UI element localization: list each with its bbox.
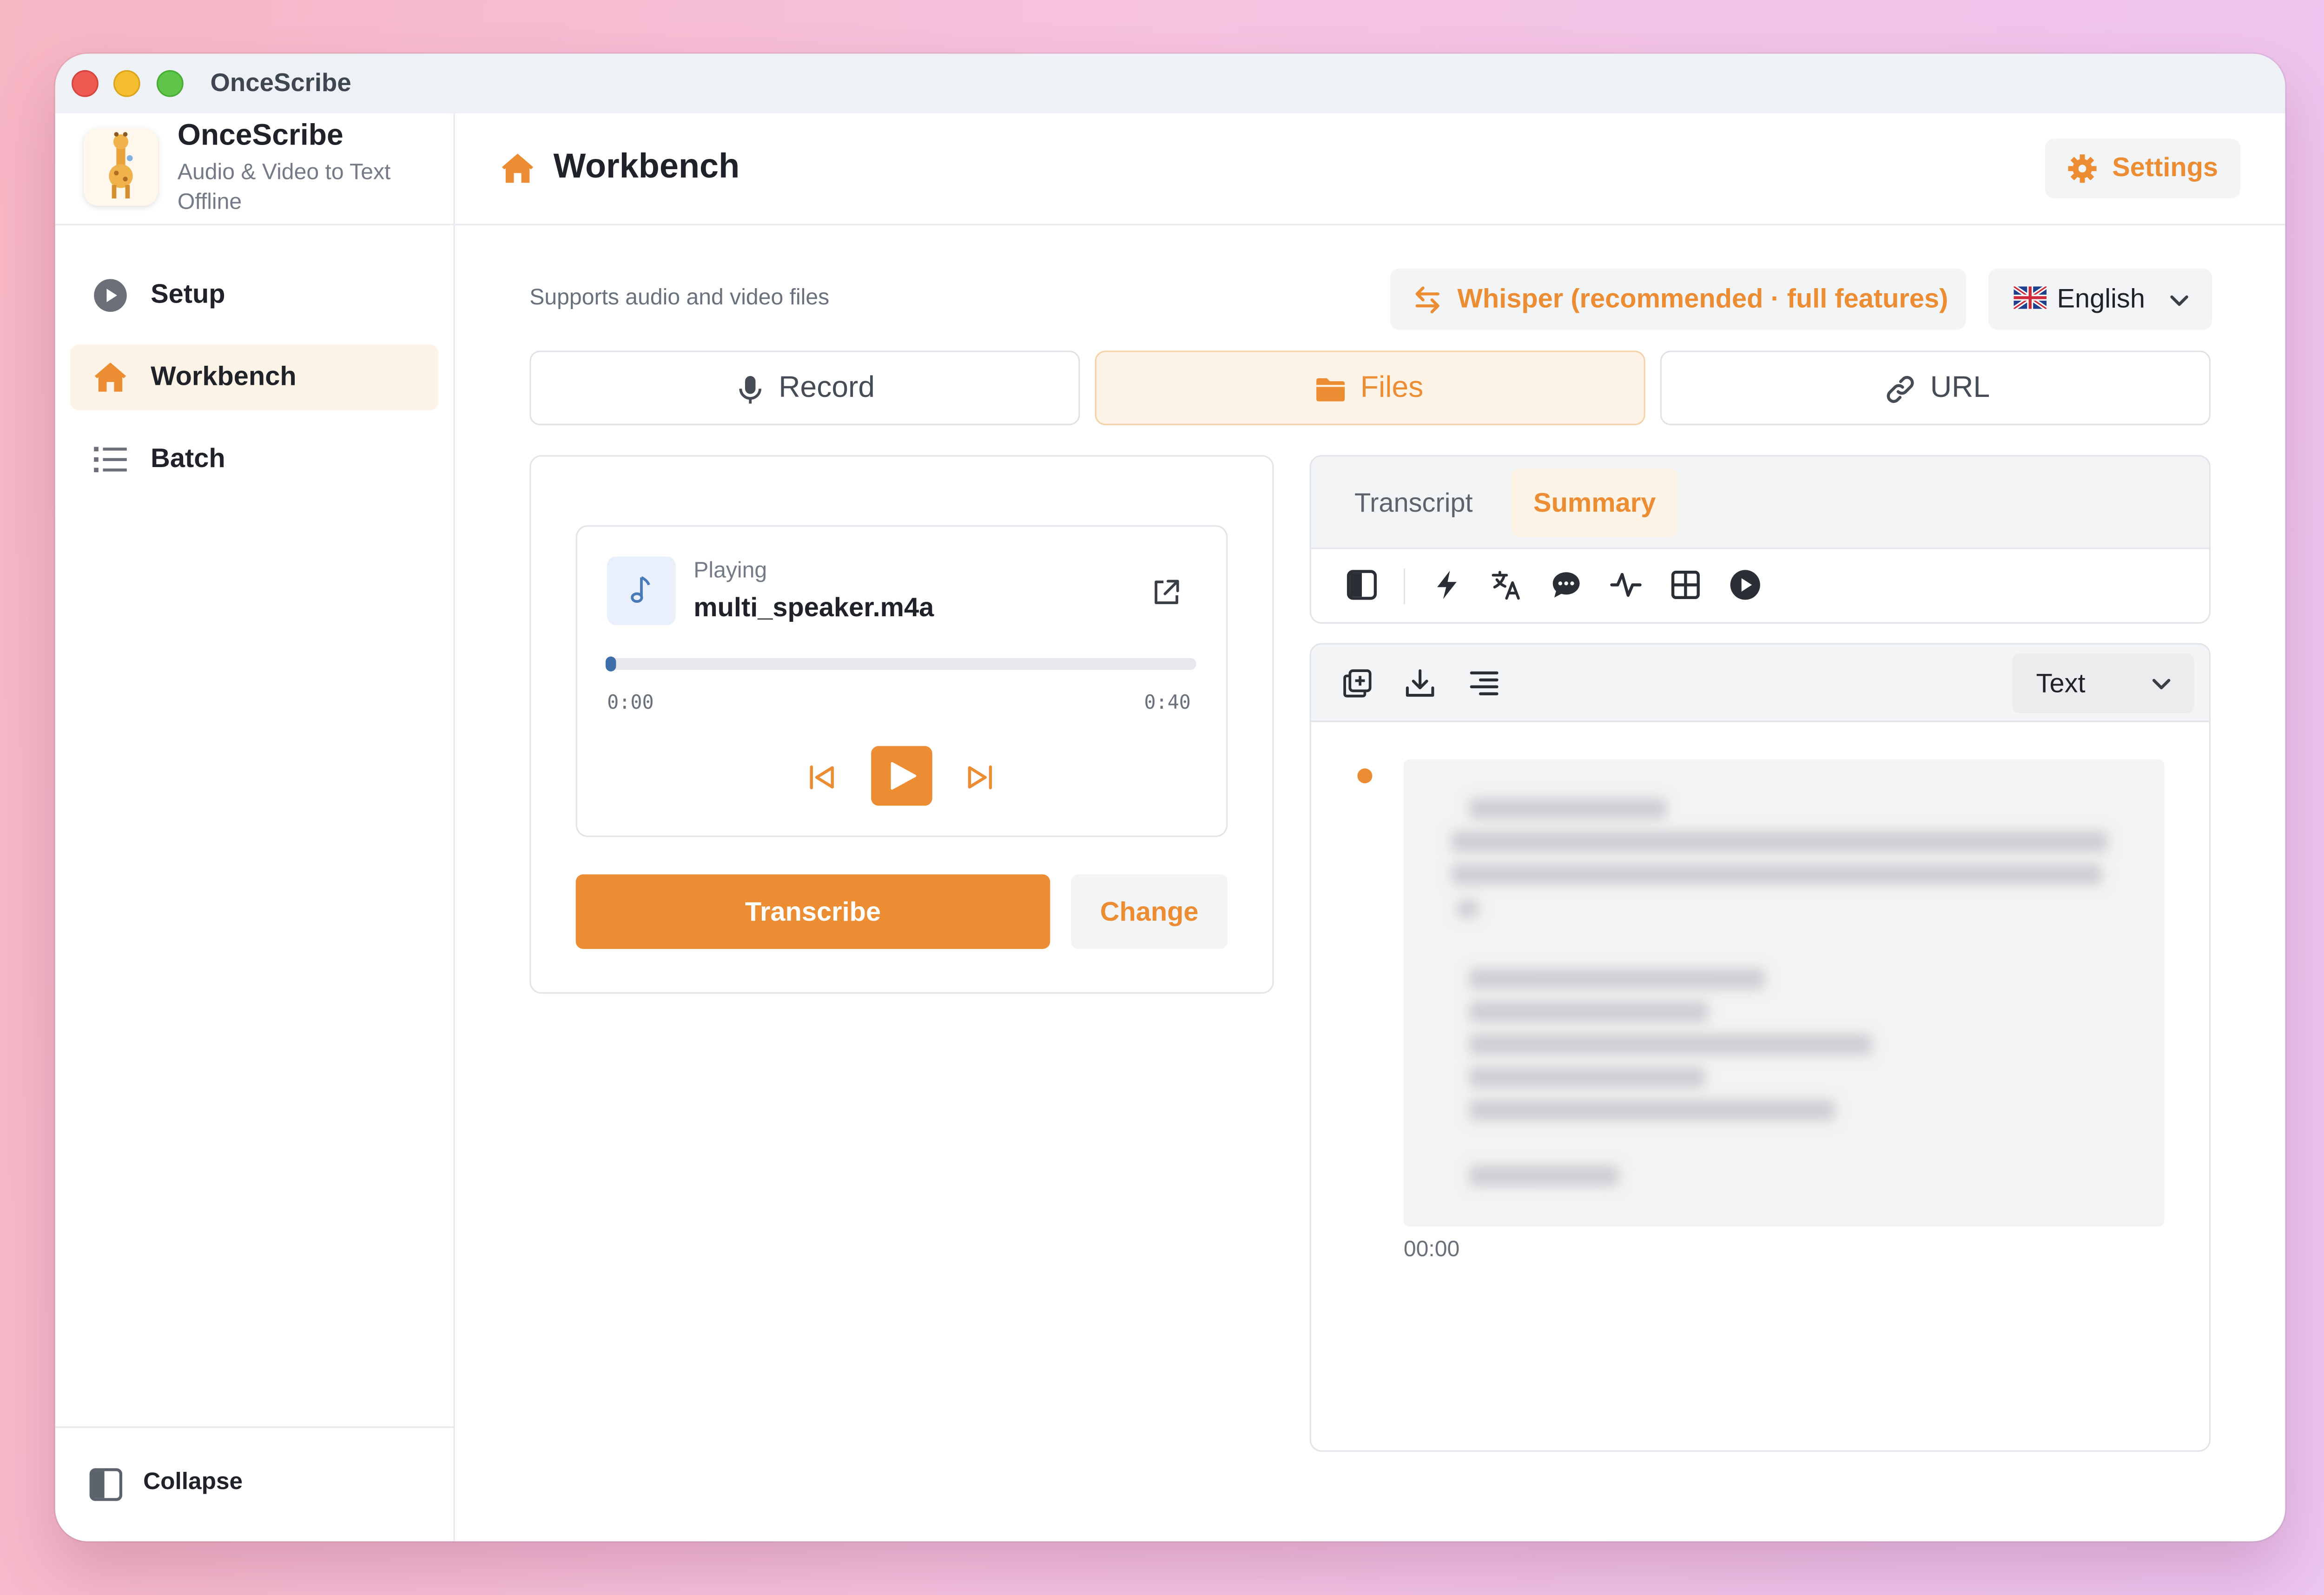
language-select[interactable]: English [1988,268,2212,330]
sidebar-item-label: Workbench [151,361,297,391]
swap-arrows-icon [1415,286,1439,314]
tab-url[interactable]: URL [1660,350,2211,425]
sidebar-item-setup[interactable]: Setup [70,263,439,328]
title-bar: OnceScribe [55,53,2285,113]
transcribe-button[interactable]: Transcribe [575,874,1050,949]
collapse-sidebar-button[interactable]: Collapse [55,1426,455,1541]
engine-selector-button[interactable]: Whisper (recommended · full features) [1390,268,1966,330]
tab-files[interactable]: Files [1095,350,1645,425]
waveform-icon[interactable] [1610,568,1643,601]
home-icon [502,153,534,183]
uk-flag-icon [2014,286,2047,309]
chevron-down-icon [2170,295,2188,306]
progress-handle[interactable] [605,656,616,672]
gear-icon [2068,154,2097,183]
link-icon [1887,376,1914,403]
segment-timestamp: 00:00 [1403,1237,1460,1263]
tab-record[interactable]: Record [529,350,1080,425]
lightning-icon[interactable] [1431,568,1464,601]
app-window: OnceScribe OnceScribe Audio & Video to T… [55,53,2285,1542]
current-time: 0:00 [607,692,654,715]
progress-bar[interactable] [605,656,1196,672]
list-icon [94,447,127,473]
zoom-window-button[interactable] [156,70,184,97]
output-panel: Text 00:00 [1309,643,2211,1452]
close-window-button[interactable] [72,70,99,97]
giraffe-logo-icon [83,128,158,206]
settings-button[interactable]: Settings [2045,138,2241,198]
total-time: 0:40 [1144,692,1191,715]
supports-text: Supports audio and video files [529,285,830,310]
language-label: English [2057,283,2145,314]
align-right-icon[interactable] [1468,667,1501,700]
play-circle-icon [94,279,127,312]
brand-name: OnceScribe [177,119,343,152]
grid-icon[interactable] [1669,568,1702,601]
play-icon [891,762,917,790]
folder-icon [1316,378,1345,402]
playing-status: Playing [693,558,767,584]
collapse-label: Collapse [143,1470,243,1495]
result-panel: Transcript Summary [1309,455,2211,624]
home-icon [94,362,126,392]
audio-player: Playing multi_speaker.m4a 0:00 0:40 [575,525,1228,837]
result-tabbar: Transcript Summary [1311,456,2209,549]
file-panel: Playing multi_speaker.m4a 0:00 0:40 Tran… [529,455,1274,994]
brand-tagline: Audio & Video to Text Offline [177,159,391,215]
sidebar-toggle-icon[interactable] [1346,568,1379,601]
sidebar: OnceScribe Audio & Video to Text Offline… [55,113,455,1542]
tab-label: Files [1360,371,1424,405]
sidebar-item-label: Setup [151,279,225,309]
music-note-icon [607,556,676,626]
sidebar-toggle-icon [89,1468,123,1501]
translate-icon[interactable] [1490,568,1523,601]
tab-label: Record [779,371,875,405]
summary-text-blurred [1403,759,2165,1227]
download-icon[interactable] [1404,667,1437,700]
sidebar-item-workbench[interactable]: Workbench [70,344,439,410]
change-file-button[interactable]: Change [1071,874,1228,949]
tab-transcript[interactable]: Transcript [1332,468,1495,537]
chat-bubble-icon[interactable] [1550,568,1583,601]
skip-forward-icon[interactable] [964,761,997,794]
microphone-icon [739,376,761,404]
brand-header: OnceScribe Audio & Video to Text Offline [55,113,455,225]
chevron-down-icon [2152,679,2171,690]
segment-marker [1357,768,1373,784]
engine-label: Whisper (recommended · full features) [1457,283,1948,314]
open-external-icon[interactable] [1152,577,1182,607]
page-header: Workbench Settings [455,113,2285,225]
window-title: OnceScribe [210,68,351,97]
play-button[interactable] [871,746,932,806]
sidebar-item-batch[interactable]: Batch [70,427,439,492]
settings-label: Settings [2112,152,2218,182]
skip-back-icon[interactable] [805,761,838,794]
output-toolbar: Text [1311,644,2209,722]
tab-summary[interactable]: Summary [1511,468,1678,537]
toolbar-divider [1403,568,1406,605]
file-name: multi_speaker.m4a [693,592,934,622]
tab-label: URL [1930,371,1990,405]
sidebar-item-label: Batch [151,443,225,473]
page-title: Workbench [553,146,740,185]
format-select[interactable]: Text [2012,653,2194,713]
minimize-window-button[interactable] [113,70,140,97]
play-circle-icon[interactable] [1729,568,1762,601]
format-label: Text [2036,668,2086,699]
copy-icon[interactable] [1341,667,1374,700]
